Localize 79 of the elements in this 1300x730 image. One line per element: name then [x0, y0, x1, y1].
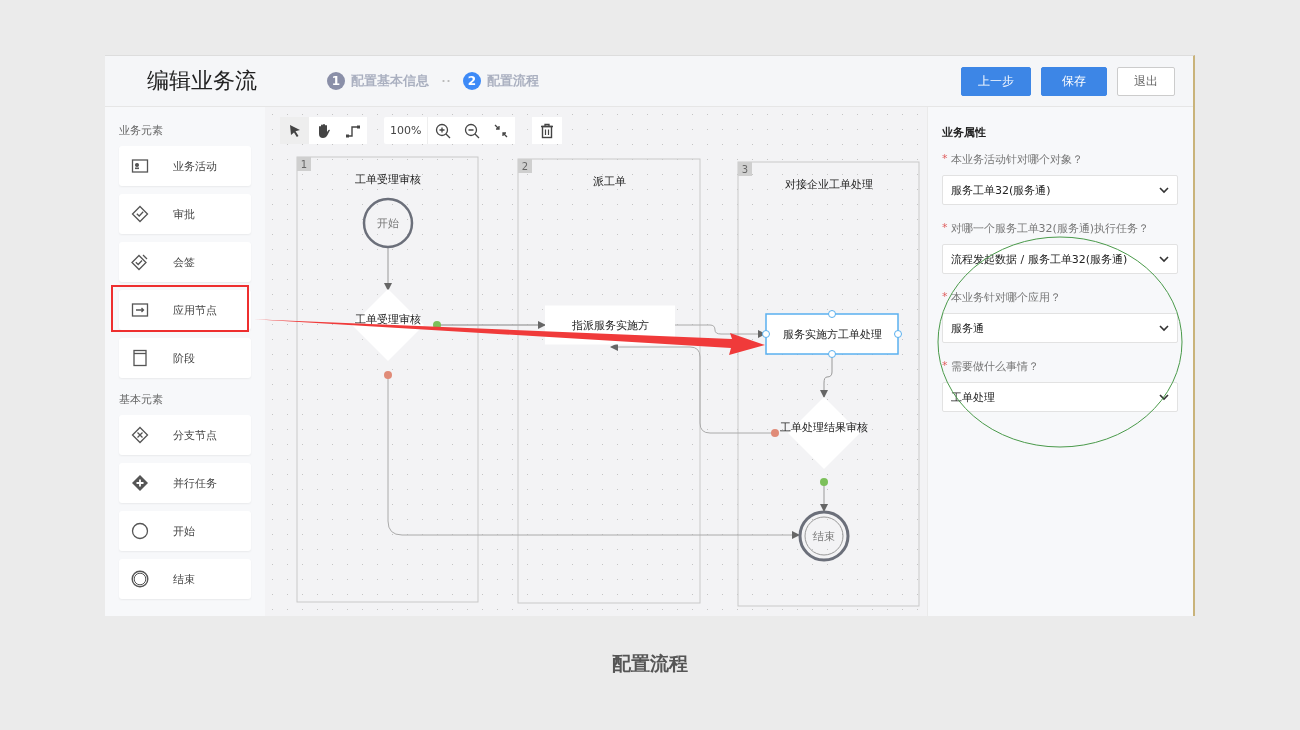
- chevron-down-icon: [1159, 324, 1169, 332]
- activity-icon: [131, 157, 149, 175]
- countersign-icon: [131, 253, 149, 271]
- approval-icon: [131, 205, 149, 223]
- header-button[interactable]: 保存: [1041, 66, 1107, 96]
- section-title: 业务元素: [119, 123, 164, 138]
- palette-item[interactable]: 业务活动: [119, 146, 251, 186]
- start-icon: [131, 522, 149, 540]
- select-field[interactable]: 服务通: [942, 313, 1178, 343]
- node-label: 指派服务实施方: [571, 319, 649, 332]
- lane-title: 对接企业工单处理: [784, 178, 873, 191]
- palette-item[interactable]: 开始: [119, 511, 251, 551]
- resize-handle[interactable]: [762, 330, 770, 338]
- trash-icon: [540, 122, 555, 139]
- palette-item[interactable]: 分支节点: [119, 415, 251, 455]
- lane-number: 1: [300, 159, 308, 170]
- delete-button[interactable]: [532, 117, 563, 144]
- panel-title: 业务属性: [942, 125, 987, 140]
- resize-handle[interactable]: [828, 350, 836, 358]
- gateway-node[interactable]: [352, 289, 424, 361]
- resize-handle[interactable]: [894, 330, 902, 338]
- stage-icon: [131, 349, 149, 367]
- select-field[interactable]: 工单处理: [942, 382, 1178, 412]
- end-event[interactable]: [798, 510, 850, 562]
- palette-item[interactable]: 会签: [119, 242, 251, 282]
- node-label: 开始: [377, 217, 399, 230]
- step-label: 配置流程: [487, 72, 539, 90]
- swimlane[interactable]: [517, 158, 701, 604]
- header-button[interactable]: 上一步: [961, 66, 1031, 96]
- field-label: 需要做什么事情？: [950, 359, 1039, 374]
- palette-item[interactable]: 并行任务: [119, 463, 251, 503]
- palette-item[interactable]: 应用节点: [119, 290, 251, 330]
- section-title: 基本元素: [119, 392, 164, 407]
- node-label: 结束: [813, 530, 835, 543]
- pointer-icon: [287, 123, 302, 138]
- step-number: 1: [327, 72, 345, 90]
- select-field[interactable]: 流程发起数据 / 服务工单32(服务通): [942, 244, 1178, 274]
- end-icon: [131, 570, 149, 588]
- field-label: 本业务针对哪个应用？: [950, 290, 1061, 305]
- required-asterisk: *: [942, 221, 948, 236]
- branch-icon: [131, 426, 149, 444]
- swimlane[interactable]: [737, 161, 920, 607]
- lane-title: 派工单: [592, 175, 626, 188]
- palette-item[interactable]: 结束: [119, 559, 251, 599]
- required-asterisk: *: [942, 359, 948, 374]
- field-label: 对哪一个服务工单32(服务通)执行任务？: [950, 221, 1150, 236]
- zoom-in-icon: [434, 122, 451, 139]
- required-asterisk: *: [942, 290, 948, 305]
- resize-handle[interactable]: [828, 310, 836, 318]
- port-dot[interactable]: [820, 478, 828, 486]
- app-node-icon: [131, 301, 149, 319]
- start-event[interactable]: [362, 197, 414, 249]
- header-button[interactable]: 退出: [1117, 66, 1175, 96]
- node-label: 服务实施方工单处理: [782, 328, 882, 341]
- zoom-out-icon: [463, 122, 480, 139]
- port-dot[interactable]: [384, 371, 392, 379]
- lane-number: 3: [741, 164, 749, 175]
- node-label: 工单受理审核: [355, 313, 421, 326]
- palette-item[interactable]: 阶段: [119, 338, 251, 378]
- lane-number: 2: [521, 161, 529, 172]
- port-dot[interactable]: [771, 429, 779, 437]
- select-field[interactable]: 服务工单32(服务通): [942, 175, 1178, 205]
- step-label: 配置基本信息: [351, 72, 429, 90]
- pointer-tool-button[interactable]: [280, 117, 309, 144]
- parallel-icon: [131, 474, 149, 492]
- chevron-down-icon: [1159, 255, 1169, 263]
- required-asterisk: *: [942, 152, 948, 167]
- collapse-arrows-icon: [492, 122, 509, 139]
- connector: [384, 246, 392, 291]
- chevron-down-icon: [1159, 393, 1169, 401]
- caption: 配置流程: [611, 651, 689, 676]
- palette-item[interactable]: 审批: [119, 194, 251, 234]
- page-title: 编辑业务流: [147, 67, 258, 95]
- step-number: 2: [463, 72, 481, 90]
- node-label: 工单处理结果审核: [780, 421, 868, 434]
- lane-title: 工单受理审核: [354, 173, 421, 186]
- chevron-down-icon: [1159, 186, 1169, 194]
- field-label: 本业务活动针对哪个对象？: [950, 152, 1083, 167]
- task-node[interactable]: [765, 313, 899, 355]
